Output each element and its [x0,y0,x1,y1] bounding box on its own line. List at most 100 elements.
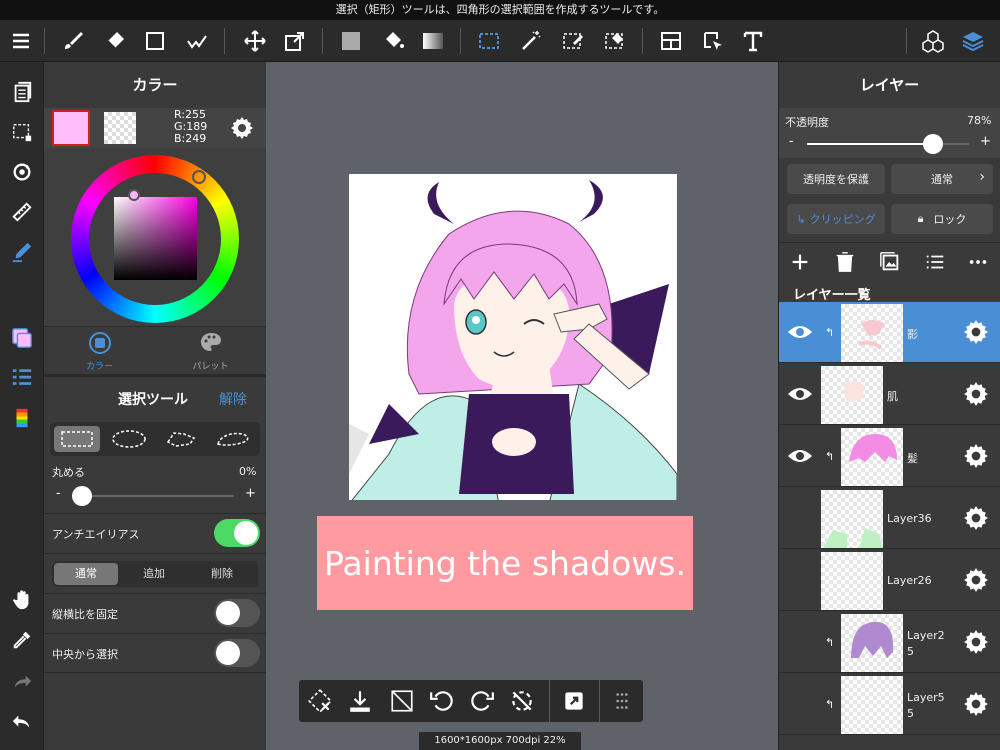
layer-settings-gear-icon[interactable] [963,505,989,531]
more-options-icon[interactable] [967,251,989,273]
redo-icon[interactable] [6,666,38,698]
fill-color-icon[interactable] [334,24,368,58]
hand-icon[interactable] [6,584,38,616]
round-slider-handle[interactable] [72,486,92,506]
rotate-canvas-icon[interactable] [6,156,38,188]
lock-button[interactable]: 🔒︎ ロック [891,204,993,234]
layer-row[interactable]: Layer36 [779,488,1000,549]
layer-row[interactable]: ↰ Layer2 5 [779,612,1000,673]
correction-pen-icon[interactable] [180,24,214,58]
mode-add[interactable]: 追加 [122,563,186,585]
layer-settings-gear-icon[interactable] [963,567,989,593]
pen-settings-icon[interactable] [6,236,38,268]
round-minus[interactable]: - [56,486,61,501]
color-settings-gear-icon[interactable] [230,116,254,140]
canvas-area[interactable]: Painting the shadows. 1600*1600px 700dpi… [266,62,778,750]
round-slider-track[interactable] [72,495,234,497]
primary-color-chip[interactable] [52,110,90,146]
tab-color[interactable]: カラー [44,327,155,373]
blend-mode-button[interactable]: 通常 › [891,164,993,194]
layer-row[interactable]: 肌 [779,364,1000,425]
shape-icon[interactable] [138,24,172,58]
layer-settings-gear-icon[interactable] [963,629,989,655]
gradient-icon[interactable] [416,24,450,58]
pages-icon[interactable] [6,76,38,108]
from-center-toggle[interactable] [214,639,260,667]
ruler-icon[interactable] [6,196,38,228]
tool-tip-bar: 選択（矩形）ツールは、四角形の選択範囲を作成するツールです。 [0,0,1000,20]
clipping-button[interactable]: ↳ クリッピング [787,204,885,234]
layer-row[interactable]: Layer26 [779,550,1000,611]
undo-icon[interactable] [6,706,38,738]
add-layer-icon[interactable] [789,251,811,273]
move-icon[interactable] [238,24,272,58]
select-eraser-icon[interactable] [598,24,632,58]
protect-alpha-button[interactable]: 透明度を保護 [787,164,885,194]
text-tool-icon[interactable] [736,24,770,58]
deselect-icon[interactable] [307,688,333,714]
tab-palette[interactable]: パレット [155,327,266,373]
selection-shape-segments [50,422,260,456]
visibility-eye-icon[interactable] [787,385,813,403]
shape-ellipse-option[interactable] [106,426,152,452]
secondary-color-chip[interactable] [104,112,136,144]
color-swatch-icon[interactable] [6,322,38,354]
layer-row[interactable]: ↰ Layer5 5 [779,674,1000,735]
layer-settings-gear-icon[interactable] [963,381,989,407]
shape-polygon-option[interactable] [158,426,204,452]
mode-row: 通常 追加 削除 [44,553,266,593]
opacity-plus[interactable]: + [980,134,991,149]
layer-row[interactable]: ↰ 影 [779,302,1000,363]
layer-settings-gear-icon[interactable] [963,319,989,345]
magic-wand-icon[interactable] [514,24,548,58]
opacity-slider-handle[interactable] [923,134,944,154]
more-dots-icon[interactable] [609,688,635,714]
mode-subtract[interactable]: 削除 [190,563,254,585]
save-selection-icon[interactable] [347,688,373,714]
select-pen-icon[interactable] [556,24,590,58]
transform-selection-icon[interactable] [561,688,587,714]
clip-indicator-icon: ↰ [825,326,835,339]
materials-icon[interactable] [916,24,950,58]
layer-settings-gear-icon[interactable] [963,443,989,469]
layers-icon[interactable] [956,24,990,58]
frame-divider-icon[interactable] [654,24,688,58]
artwork-canvas[interactable] [349,174,677,500]
layer-settings-gear-icon[interactable] [963,691,989,717]
shape-rect-option[interactable] [54,426,100,452]
mode-normal[interactable]: 通常 [54,563,118,585]
menu-icon[interactable] [4,24,38,58]
color-bar-icon[interactable] [6,402,38,434]
bucket-icon[interactable] [376,24,410,58]
shape-lasso-option[interactable] [210,426,256,452]
rotate-right-icon[interactable] [469,688,495,714]
select-rect-icon[interactable] [472,24,506,58]
fix-ratio-toggle[interactable] [214,599,260,627]
layer-list-icon[interactable] [924,251,946,273]
invert-selection-icon[interactable] [389,688,415,714]
visibility-eye-icon[interactable] [787,323,813,341]
color-wheel-area[interactable] [44,148,266,326]
antialias-row: アンチエイリアス [44,513,266,553]
brush-list-icon[interactable] [6,362,38,394]
opacity-minus[interactable]: - [789,134,794,149]
operation-tool-icon[interactable] [696,24,730,58]
round-plus[interactable]: + [245,486,256,501]
eyedropper-icon[interactable] [6,624,38,656]
layer-row[interactable]: ↰ 髪 [779,426,1000,487]
antialias-toggle[interactable] [214,519,260,547]
brush-icon[interactable] [56,24,90,58]
sv-picker-handle[interactable] [128,189,140,201]
cancel-selection-button[interactable]: 解除 [219,389,247,409]
selection-show-icon[interactable] [6,116,38,148]
eraser-icon[interactable] [98,24,132,58]
from-center-row: 中央から選択 [44,633,266,673]
visibility-eye-icon[interactable] [787,447,813,465]
delete-layer-icon[interactable] [834,251,856,273]
rotate-off-icon[interactable] [509,688,535,714]
transform-icon[interactable] [278,24,312,58]
hue-picker-handle[interactable] [192,170,206,184]
layer-image-icon[interactable] [879,251,901,273]
saturation-value-square[interactable] [114,197,197,280]
rotate-left-icon[interactable] [429,688,455,714]
